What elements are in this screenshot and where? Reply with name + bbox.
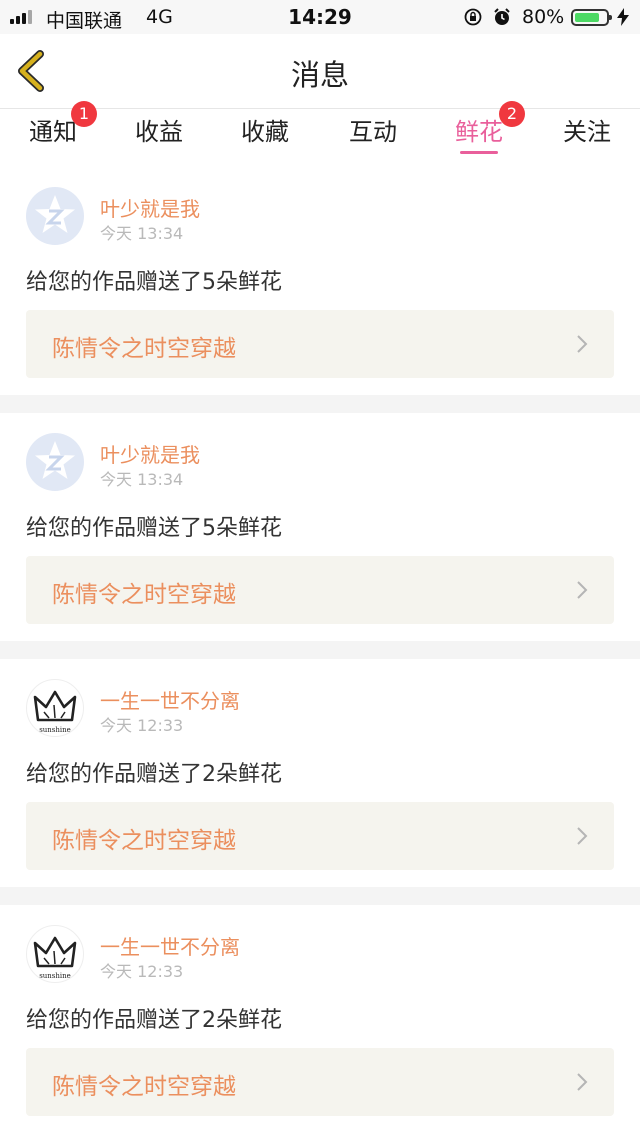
message-list: 叶少就是我 今天 13:34 给您的作品赠送了5朵鲜花 陈情令之时空穿越 叶少就…: [0, 167, 640, 1133]
avatar-caption: sunshine: [39, 726, 71, 734]
tab-earnings[interactable]: 收益: [106, 109, 212, 167]
active-tab-indicator: [460, 151, 498, 154]
avatar[interactable]: sunshine: [26, 679, 84, 737]
chevron-right-icon: [577, 581, 588, 599]
tab-label: 收益: [135, 118, 183, 146]
tab-label: 互动: [349, 118, 397, 146]
sender-name[interactable]: 叶少就是我: [100, 439, 200, 468]
list-item: 叶少就是我 今天 13:34 给您的作品赠送了5朵鲜花 陈情令之时空穿越: [0, 413, 640, 641]
tab-follow[interactable]: 关注: [534, 109, 640, 167]
message-text: 给您的作品赠送了2朵鲜花: [26, 1008, 282, 1033]
battery-icon: [571, 9, 612, 26]
list-item: sunshine 一生一世不分离 今天 12:33 给您的作品赠送了2朵鲜花 陈…: [0, 659, 640, 887]
tab-label: 鲜花: [455, 118, 503, 146]
unread-badge: 1: [71, 101, 97, 127]
sender-name[interactable]: 一生一世不分离: [100, 931, 240, 960]
sender-name[interactable]: 一生一世不分离: [100, 685, 240, 714]
message-time: 今天 13:34: [100, 470, 184, 489]
divider: [0, 887, 640, 905]
avatar[interactable]: [26, 187, 84, 245]
sender-name[interactable]: 叶少就是我: [100, 193, 200, 222]
message-time: 今天 12:33: [100, 962, 184, 981]
tab-favorites[interactable]: 收藏: [212, 109, 318, 167]
message-text: 给您的作品赠送了5朵鲜花: [26, 516, 282, 541]
divider: [0, 395, 640, 413]
tab-label: 关注: [563, 118, 611, 146]
qq-default-avatar-icon: [35, 195, 75, 233]
message-time: 今天 13:34: [100, 224, 184, 243]
tab-interaction[interactable]: 互动: [320, 109, 426, 167]
message-time: 今天 12:33: [100, 716, 184, 735]
work-link[interactable]: 陈情令之时空穿越: [26, 802, 614, 870]
list-item: 叶少就是我 今天 13:34 给您的作品赠送了5朵鲜花 陈情令之时空穿越: [0, 167, 640, 395]
work-link[interactable]: 陈情令之时空穿越: [26, 1048, 614, 1116]
divider: [0, 641, 640, 659]
work-link[interactable]: 陈情令之时空穿越: [26, 556, 614, 624]
tab-label: 收藏: [241, 118, 289, 146]
work-title: 陈情令之时空穿越: [52, 336, 236, 362]
work-title: 陈情令之时空穿越: [52, 1074, 236, 1100]
avatar[interactable]: [26, 433, 84, 491]
unread-badge: 2: [499, 101, 525, 127]
crown-avatar-icon: sunshine: [33, 690, 77, 734]
message-text: 给您的作品赠送了5朵鲜花: [26, 270, 282, 295]
status-bar: 中国联通 4G 14:29 80%: [0, 0, 640, 34]
chevron-right-icon: [577, 827, 588, 845]
charging-icon: [617, 8, 629, 26]
message-text: 给您的作品赠送了2朵鲜花: [26, 762, 282, 787]
qq-default-avatar-icon: [35, 441, 75, 479]
battery-percent: 80%: [522, 6, 565, 28]
avatar[interactable]: sunshine: [26, 925, 84, 983]
tab-notice[interactable]: 通知 1: [0, 101, 106, 167]
alarm-icon: [494, 8, 510, 25]
avatar-caption: sunshine: [39, 972, 71, 980]
page-title: 消息: [290, 58, 349, 92]
message-tabs: 通知 1 收益 收藏 互动 鲜花 2 关注: [0, 101, 640, 167]
chevron-right-icon: [577, 1073, 588, 1091]
work-title: 陈情令之时空穿越: [52, 828, 236, 854]
crown-avatar-icon: sunshine: [33, 936, 77, 980]
tab-flowers[interactable]: 鲜花 2: [426, 101, 532, 167]
tab-label: 通知: [29, 118, 77, 146]
nav-header: 消息: [0, 34, 640, 109]
work-link[interactable]: 陈情令之时空穿越: [26, 310, 614, 378]
list-item: sunshine 一生一世不分离 今天 12:33 给您的作品赠送了2朵鲜花 陈…: [0, 905, 640, 1133]
chevron-right-icon: [577, 335, 588, 353]
orientation-lock-icon: [464, 8, 482, 26]
work-title: 陈情令之时空穿越: [52, 582, 236, 608]
